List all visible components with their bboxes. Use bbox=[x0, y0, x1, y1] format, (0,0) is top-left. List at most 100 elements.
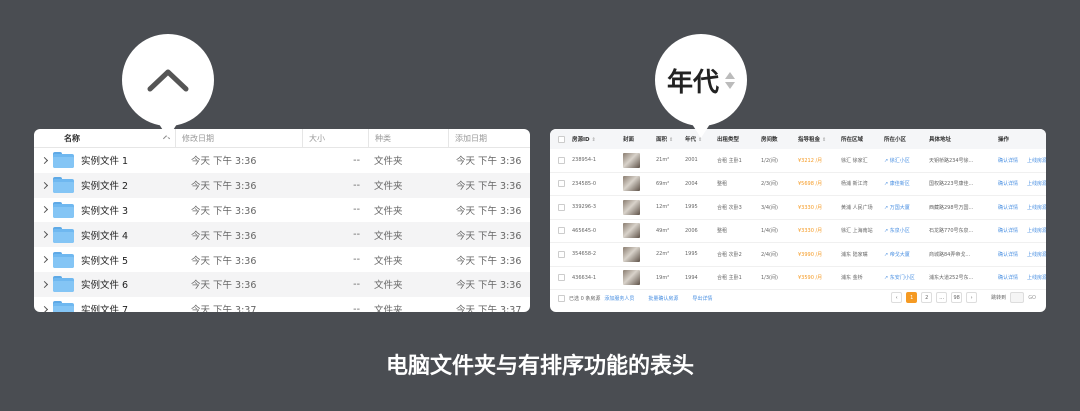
file-kind: 文件夹 bbox=[374, 205, 403, 217]
header-ops: 操作 bbox=[998, 137, 1010, 143]
cell-type: 合租 次卧3 bbox=[717, 204, 742, 211]
file-added: 今天 下午 3:36 bbox=[456, 280, 522, 292]
cell-area: 22m² bbox=[656, 251, 670, 258]
column-header-name[interactable]: 名称 bbox=[34, 129, 175, 147]
disclosure-triangle-icon[interactable] bbox=[40, 256, 49, 264]
file-size: -- bbox=[353, 278, 360, 290]
cell-rent: ¥3590 /月 bbox=[798, 275, 823, 282]
disclosure-triangle-icon[interactable] bbox=[40, 305, 49, 312]
header-district: 所在区域 bbox=[841, 137, 864, 143]
column-date-label: 修改日期 bbox=[182, 133, 214, 143]
footer-action-button[interactable]: 导出详情 bbox=[692, 295, 712, 302]
cell-id: 234585-0 bbox=[572, 180, 597, 187]
file-kind: 文件夹 bbox=[374, 181, 403, 193]
column-header-size[interactable]: 大小 bbox=[302, 129, 368, 147]
cell-community-link[interactable]: ↗ 康佳新区 bbox=[884, 180, 929, 187]
chevron-up-icon bbox=[147, 69, 189, 92]
column-header-kind[interactable]: 种类 bbox=[368, 129, 448, 147]
header-rent[interactable]: 指导租金 ⇕ bbox=[798, 135, 841, 143]
publish-listing-link[interactable]: 上线房源 bbox=[1027, 157, 1046, 164]
confirm-details-link[interactable]: 确认详情 bbox=[998, 274, 1018, 281]
cell-community-link[interactable]: ↗ 东安门小区 bbox=[884, 274, 929, 281]
disclosure-triangle-icon[interactable] bbox=[40, 206, 49, 214]
file-row[interactable]: 实例文件 1 今天 下午 3:36 -- 文件夹 今天 下午 3:36 bbox=[34, 148, 530, 173]
header-id[interactable]: 房源ID ⇕ bbox=[572, 135, 623, 143]
confirm-details-link[interactable]: 确认详情 bbox=[998, 204, 1018, 211]
header-img: 封面 bbox=[623, 137, 635, 143]
table-rows: 238954-1 21m² 2001 合租 主卧1 1/2(间) ¥3212 /月 徐汇 徐… bbox=[550, 149, 1046, 290]
file-added: 今天 下午 3:36 bbox=[456, 205, 522, 217]
page-button[interactable]: ... bbox=[936, 292, 948, 303]
finder-rows: 实例文件 1 今天 下午 3:36 -- 文件夹 今天 下午 3:36 实例文件 2 今天 … bbox=[34, 148, 530, 312]
cell-year: 1995 bbox=[685, 204, 698, 211]
confirm-details-link[interactable]: 确认详情 bbox=[998, 227, 1018, 234]
file-size: -- bbox=[353, 303, 360, 312]
table-row: 238954-1 21m² 2001 合租 主卧1 1/2(间) ¥3212 /月 徐汇 徐… bbox=[550, 149, 1046, 173]
cell-year: 2006 bbox=[685, 227, 698, 234]
footer-select-checkbox[interactable] bbox=[558, 294, 565, 302]
file-row[interactable]: 实例文件 5 今天 下午 3:36 -- 文件夹 今天 下午 3:36 bbox=[34, 247, 530, 272]
column-kind-label: 种类 bbox=[375, 133, 391, 143]
file-name-cell: 实例文件 4 bbox=[34, 226, 175, 243]
cell-address: 天钥桥路234号徐... bbox=[929, 157, 974, 164]
table-header: 房源ID ⇕ 封面 面积 ⇕ 年代 ⇕ 出租类型 房间数 指导租金 ⇕ 所在区域… bbox=[550, 129, 1046, 149]
publish-listing-link[interactable]: 上线房源 bbox=[1027, 251, 1046, 258]
cell-thumbnail bbox=[623, 246, 656, 262]
column-added-label: 添加日期 bbox=[455, 133, 487, 143]
cell-district: 浦东 金桥 bbox=[841, 275, 863, 282]
footer-action-button[interactable]: 添加服务人员 bbox=[604, 295, 634, 302]
row-checkbox[interactable] bbox=[550, 227, 572, 235]
go-button[interactable]: GO bbox=[1028, 295, 1036, 301]
cell-ops: 确认详情 上线房源 bbox=[990, 180, 1046, 187]
listing-table: 房源ID ⇕ 封面 面积 ⇕ 年代 ⇕ 出租类型 房间数 指导租金 ⇕ 所在区域… bbox=[550, 129, 1046, 312]
file-row[interactable]: 实例文件 6 今天 下午 3:36 -- 文件夹 今天 下午 3:36 bbox=[34, 271, 530, 297]
row-checkbox[interactable] bbox=[550, 156, 572, 164]
disclosure-triangle-icon[interactable] bbox=[40, 231, 49, 239]
row-checkbox[interactable] bbox=[550, 180, 572, 188]
cell-id: 339296-3 bbox=[572, 204, 597, 211]
select-all-checkbox[interactable] bbox=[550, 135, 572, 143]
prev-page-button[interactable]: ‹ bbox=[891, 292, 903, 303]
header-area[interactable]: 面积 ⇕ bbox=[656, 135, 685, 143]
confirm-details-link[interactable]: 确认详情 bbox=[998, 251, 1018, 258]
cell-rooms: 3/4(间) bbox=[761, 204, 778, 211]
header-id-label: 房源ID bbox=[572, 137, 590, 143]
page-button[interactable]: 1 bbox=[906, 292, 918, 303]
cell-address: 国权路223号康佳... bbox=[929, 181, 974, 188]
page-button[interactable]: 2 bbox=[921, 292, 933, 303]
table-row: 354658-2 22m² 1995 合租 次卧2 2/4(间) ¥3990 /月 浦东 陆… bbox=[550, 243, 1046, 267]
footer-action-button[interactable]: 批量确认房源 bbox=[648, 295, 678, 302]
caption: 电脑文件夹与有排序功能的表头 bbox=[385, 354, 694, 379]
column-header-added[interactable]: 添加日期 bbox=[448, 129, 530, 147]
goto-input[interactable] bbox=[1010, 292, 1025, 303]
file-row[interactable]: 实例文件 3 今天 下午 3:36 -- 文件夹 今天 下午 3:36 bbox=[34, 198, 530, 223]
column-header-date[interactable]: 修改日期 bbox=[175, 129, 302, 147]
cell-address: 浦东大道252号东... bbox=[929, 275, 974, 282]
publish-listing-link[interactable]: 上线房源 bbox=[1027, 180, 1046, 187]
cell-community-link[interactable]: ↗ 万国大厦 bbox=[884, 204, 929, 211]
row-checkbox[interactable] bbox=[550, 250, 572, 258]
disclosure-triangle-icon[interactable] bbox=[40, 280, 49, 288]
row-checkbox[interactable] bbox=[550, 203, 572, 211]
cell-area: 12m² bbox=[656, 204, 670, 211]
room-thumbnail-image bbox=[623, 246, 640, 262]
cell-address: 西藏路298号万国... bbox=[929, 204, 974, 211]
file-row[interactable]: 实例文件 4 今天 下午 3:36 -- 文件夹 今天 下午 3:36 bbox=[34, 222, 530, 248]
cell-community-link[interactable]: ↗ 徐汇小区 bbox=[884, 157, 929, 164]
disclosure-triangle-icon[interactable] bbox=[40, 181, 49, 189]
disclosure-triangle-icon[interactable] bbox=[40, 156, 49, 164]
cell-type: 合租 次卧2 bbox=[717, 251, 742, 258]
cell-id: 238954-1 bbox=[572, 157, 597, 164]
publish-listing-link[interactable]: 上线房源 bbox=[1027, 227, 1046, 234]
publish-listing-link[interactable]: 上线房源 bbox=[1027, 204, 1046, 211]
file-row[interactable]: 实例文件 2 今天 下午 3:36 -- 文件夹 今天 下午 3:36 bbox=[34, 172, 530, 198]
next-page-button[interactable]: › bbox=[966, 292, 978, 303]
file-row[interactable]: 实例文件 7 今天 下午 3:37 -- 文件夹 今天 下午 3:37 bbox=[34, 297, 530, 312]
publish-listing-link[interactable]: 上线房源 bbox=[1027, 274, 1046, 281]
cell-community-link[interactable]: ↗ 东泉小区 bbox=[884, 227, 929, 234]
row-checkbox[interactable] bbox=[550, 274, 572, 282]
confirm-details-link[interactable]: 确认详情 bbox=[998, 157, 1018, 164]
page-button[interactable]: 98 bbox=[951, 292, 963, 303]
cell-community-link[interactable]: ↗ 帝戈大厦 bbox=[884, 251, 929, 258]
confirm-details-link[interactable]: 确认详情 bbox=[998, 180, 1018, 187]
